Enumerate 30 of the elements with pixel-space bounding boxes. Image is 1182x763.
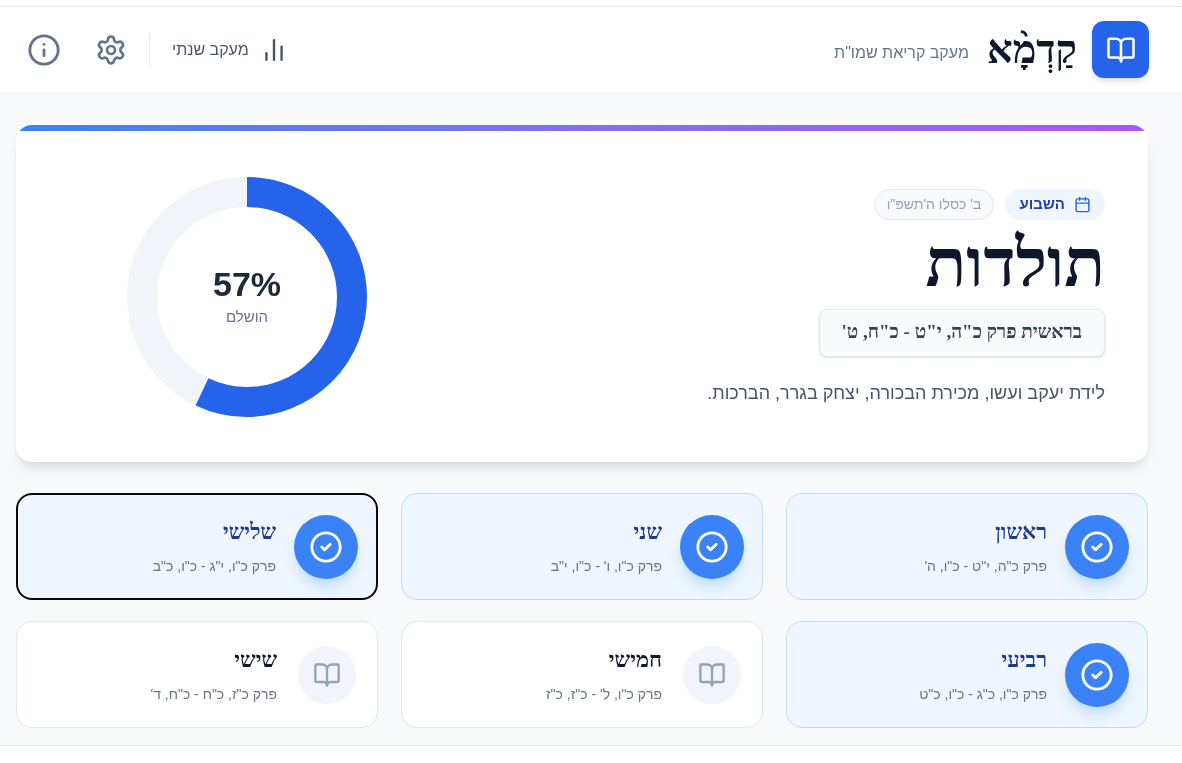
aliyah-card[interactable]: שני פרק כ"ו, ו' - כ"ו, י"ב — [401, 493, 763, 600]
hebrew-date-badge: ב' כסלו ה'תשפ"ו — [873, 188, 995, 220]
app-subtitle: מעקב קריאת שמו"ת — [834, 42, 969, 63]
open-book-logo-icon — [1092, 21, 1149, 78]
aliyah-name: שישי — [234, 647, 277, 672]
aliyah-name: רביעי — [1001, 647, 1047, 672]
logo-text: קַדְמָ֨א — [986, 25, 1077, 74]
aliyah-name: חמישי — [608, 647, 662, 672]
aliyah-range: פרק כ"ו, ו' - כ"ו, י"ב — [550, 557, 662, 574]
aliyah-name: שני — [633, 519, 662, 544]
aliyah-card[interactable]: חמישי פרק כ"ו, ל' - כ"ז, כ"ז — [401, 621, 763, 728]
aliyah-range: פרק כ"ו, כ"ג - כ"ו, כ"ט — [919, 685, 1047, 702]
badge-label: השבוע — [1019, 193, 1065, 214]
verse-reference: בראשית פרק כ"ה, י"ט - כ"ח, ט' — [818, 308, 1105, 357]
parasha-title: תולדות — [925, 227, 1105, 298]
aliyah-range: פרק כ"ז, כ"ח - כ"ח, ד' — [150, 685, 277, 702]
aliyah-card[interactable]: רביעי פרק כ"ו, כ"ג - כ"ו, כ"ט — [786, 621, 1148, 728]
aliyah-card[interactable]: שלישי פרק כ"ו, י"ג - כ"ו, כ"ב — [16, 493, 378, 600]
aliyah-card[interactable]: שישי פרק כ"ז, כ"ח - כ"ח, ד' — [16, 621, 378, 728]
aliyah-card[interactable]: ראשון פרק כ"ה, י"ט - כ"ו, ה' — [786, 493, 1148, 600]
progress-percent: 57% — [212, 264, 282, 305]
aliyah-range: פרק כ"ה, י"ט - כ"ו, ה' — [924, 557, 1047, 574]
aliyah-name: שלישי — [223, 519, 276, 544]
aliyah-name: ראשון — [995, 519, 1047, 544]
progress-label: הושלם — [225, 307, 269, 328]
parasha-summary: לידת יעקב ועשו, מכירת הבכורה, יצחק בגרר, הברכות. — [707, 381, 1105, 405]
yearly-tracking-button[interactable]: מעקב שנתי — [160, 28, 299, 71]
calendar-icon — [1074, 195, 1091, 213]
aliyah-range: פרק כ"ו, י"ג - כ"ו, כ"ב — [152, 557, 276, 574]
aliyah-range: פרק כ"ו, ל' - כ"ז, כ"ז — [546, 685, 662, 702]
